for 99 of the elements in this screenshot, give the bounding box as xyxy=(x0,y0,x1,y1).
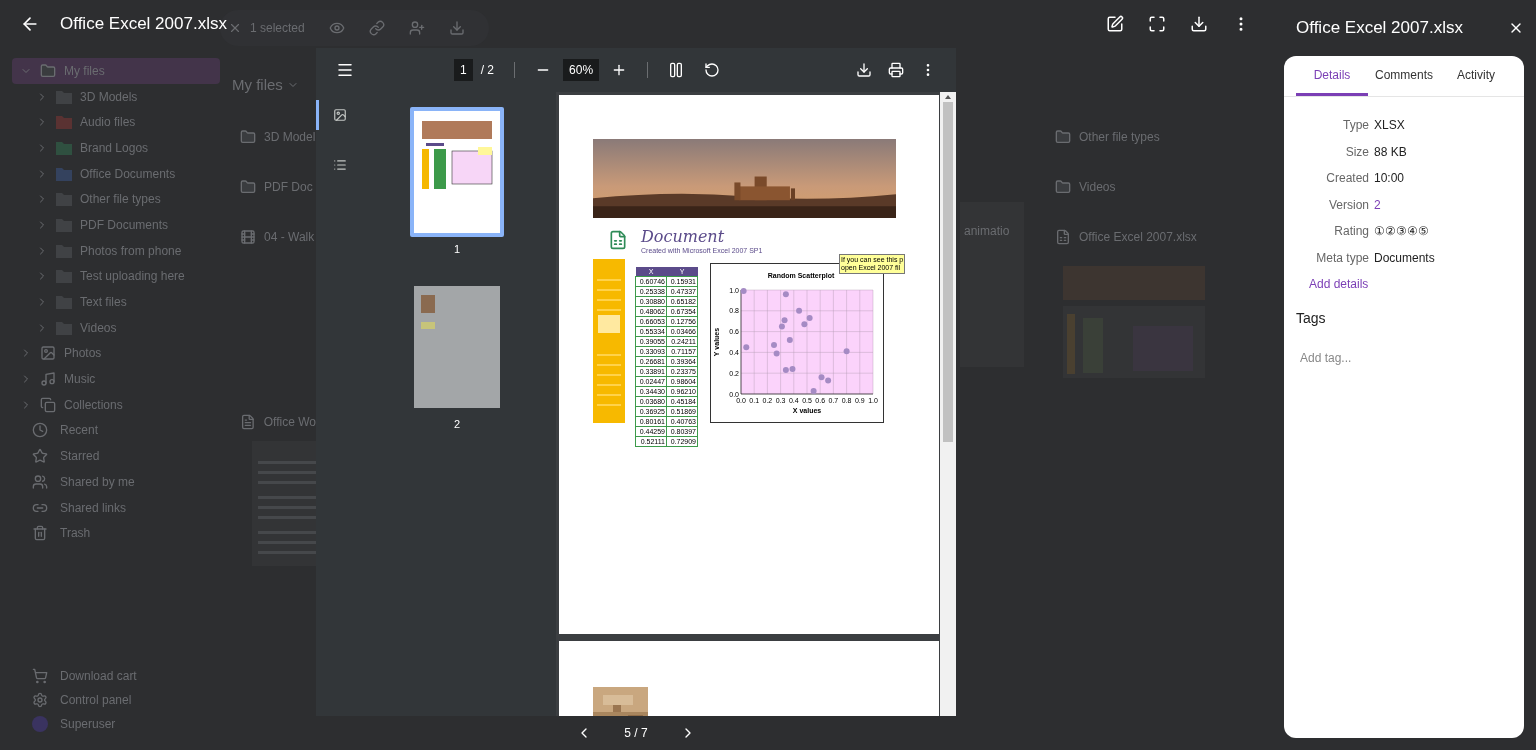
nav-item[interactable]: Recent xyxy=(20,417,220,444)
collection-icon xyxy=(40,396,56,413)
photo-icon xyxy=(40,345,56,362)
edit-icon[interactable] xyxy=(1106,15,1124,33)
data-point xyxy=(843,347,850,354)
tree-item[interactable]: PDF Documents xyxy=(20,212,220,238)
file-card[interactable]: animatio xyxy=(960,202,1024,367)
avatar xyxy=(32,716,48,732)
download-icon[interactable] xyxy=(1190,15,1208,33)
field-label: Version xyxy=(1327,196,1369,214)
nav-item[interactable]: Starred xyxy=(20,443,220,469)
document-icon xyxy=(240,414,256,430)
tree-item[interactable]: Brand Logos xyxy=(20,135,220,161)
tab[interactable]: Activity xyxy=(1440,56,1512,96)
add-details-link[interactable]: Add details xyxy=(1284,275,1524,293)
folder-icon xyxy=(1055,179,1071,195)
tag-input[interactable]: Add tag... xyxy=(1296,349,1512,367)
tab[interactable]: Comments xyxy=(1368,56,1440,96)
trash-icon xyxy=(32,525,48,542)
cart-icon xyxy=(32,668,48,684)
file-name[interactable]: Other file types xyxy=(1079,128,1160,146)
panel-title: Office Excel 2007.xlsx xyxy=(1296,17,1464,40)
file-name[interactable]: Office Wo xyxy=(263,413,316,431)
fullscreen-icon[interactable] xyxy=(1148,15,1166,33)
field-value: XLSX xyxy=(1374,117,1405,135)
rotate-icon[interactable] xyxy=(704,62,721,78)
spreadsheet-icon xyxy=(1055,229,1071,245)
field-label: Created xyxy=(1325,170,1369,188)
add-person-icon[interactable] xyxy=(408,20,425,36)
thumbnail-icon xyxy=(332,108,347,122)
people-icon xyxy=(32,473,48,490)
tree-item[interactable]: Office Documents xyxy=(20,160,220,187)
zoom-field[interactable]: 60% xyxy=(563,59,600,81)
data-point xyxy=(796,307,803,314)
nav-item[interactable]: Superuser xyxy=(20,712,220,736)
section-heading: Tags xyxy=(1295,309,1327,328)
nav-item[interactable]: Control panel xyxy=(20,688,220,712)
clock-icon xyxy=(32,422,48,439)
folder-icon xyxy=(1055,129,1071,145)
eye-icon[interactable] xyxy=(328,20,345,36)
tree-item[interactable]: Collections xyxy=(12,391,220,418)
field-label: Rating xyxy=(1333,223,1369,241)
file-title: Office Excel 2007.xlsx xyxy=(60,13,227,36)
tree-item[interactable]: Text files xyxy=(20,289,220,315)
tab[interactable]: Details xyxy=(1296,56,1368,96)
page-counter: 5 / 7 xyxy=(624,725,648,742)
field-label: Type xyxy=(1342,117,1369,135)
print-icon[interactable] xyxy=(888,62,904,78)
data-point xyxy=(810,387,817,394)
folder-icon xyxy=(240,179,256,195)
field-value: 88 KB xyxy=(1374,143,1407,161)
tree-item[interactable]: My files xyxy=(12,58,220,84)
tree-item[interactable]: Other file types xyxy=(20,186,220,213)
nav-item[interactable]: Trash xyxy=(20,520,220,547)
tree-item[interactable]: Photos from phone xyxy=(20,237,220,264)
spreadsheet-icon xyxy=(608,230,628,250)
tree-item[interactable]: Photos xyxy=(12,340,220,367)
field-value[interactable]: 2 xyxy=(1374,195,1381,214)
fit-page-icon[interactable] xyxy=(668,62,685,78)
film-icon xyxy=(240,229,256,245)
tree-item[interactable]: 3D Models xyxy=(20,83,220,110)
document-heading: Document xyxy=(641,228,726,246)
star-icon xyxy=(32,448,48,465)
data-point xyxy=(786,336,793,343)
data-point xyxy=(740,287,747,294)
tree-item[interactable]: Music xyxy=(12,366,220,392)
music-icon xyxy=(40,371,56,388)
link-icon[interactable] xyxy=(368,20,385,36)
field-label: Meta type xyxy=(1315,249,1369,267)
field-label: Size xyxy=(1344,143,1369,161)
tree-item[interactable]: Videos xyxy=(20,314,220,341)
folder-icon xyxy=(40,62,56,79)
folder-icon xyxy=(240,129,256,145)
page-total: / 2 xyxy=(480,62,495,79)
field-value: 10:00 xyxy=(1374,170,1405,188)
menu-icon[interactable] xyxy=(336,61,354,79)
page-number-field[interactable]: 1 xyxy=(454,59,473,81)
selection-count: 1 selected xyxy=(250,20,305,37)
file-name[interactable]: Videos xyxy=(1079,178,1116,196)
outline-icon xyxy=(332,158,347,172)
file-name[interactable]: 04 - Walk xyxy=(264,228,315,246)
download-icon[interactable] xyxy=(856,62,872,78)
thumbnail-label: 1 xyxy=(453,242,461,257)
settings-icon xyxy=(32,692,48,708)
field-value: Documents xyxy=(1374,249,1435,267)
data-point xyxy=(743,343,750,350)
file-name[interactable]: 3D Model xyxy=(264,128,316,146)
breadcrumb[interactable]: My files xyxy=(232,73,283,97)
thumbnail-label: 2 xyxy=(453,416,461,432)
file-name[interactable]: Office Excel 2007.xlsx xyxy=(1079,228,1197,246)
scrollbar[interactable] xyxy=(940,92,956,716)
nav-item[interactable]: Download cart xyxy=(20,664,220,688)
tree-item[interactable]: Test uploading here xyxy=(20,263,220,290)
tree-item[interactable]: Audio files xyxy=(20,109,220,136)
data-point xyxy=(782,290,789,297)
nav-item[interactable]: Shared by me xyxy=(20,469,220,495)
file-name[interactable]: PDF Doc xyxy=(264,178,313,196)
field-value: ①②③④⑤ xyxy=(1374,223,1429,241)
nav-item[interactable]: Shared links xyxy=(20,494,220,521)
